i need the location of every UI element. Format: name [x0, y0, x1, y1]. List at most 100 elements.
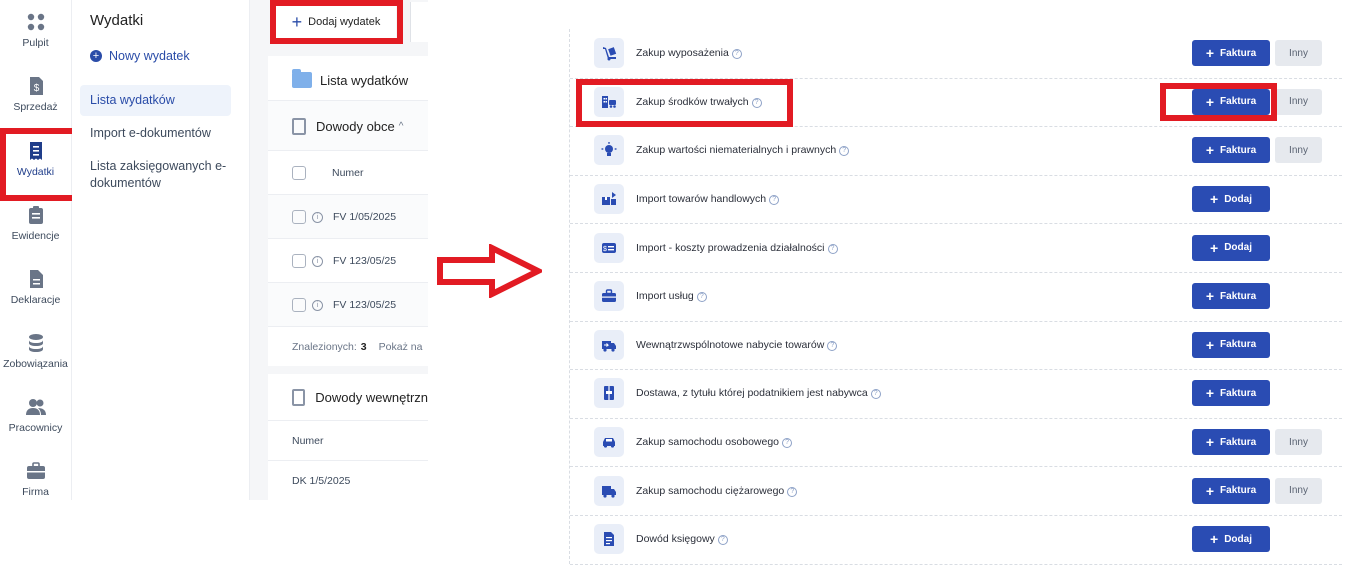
help-icon[interactable]: ? [827, 243, 838, 254]
document-lines-icon [594, 524, 624, 555]
right-arrow-icon [437, 244, 542, 298]
highlight-box-fixed-assets [576, 79, 793, 127]
invoice-dollar-icon: $ [26, 76, 46, 96]
table-header: Numer [268, 150, 428, 195]
help-icon[interactable]: ? [769, 195, 780, 206]
expense-type-label: Dowód księgowy? [636, 533, 728, 546]
other-button[interactable]: Inny [1275, 137, 1322, 164]
expense-type-text: Import towarów handlowych [636, 193, 767, 206]
plus-icon: + [1205, 336, 1215, 353]
help-icon[interactable]: ? [787, 486, 798, 497]
help-icon[interactable]: ? [827, 340, 838, 351]
found-label: Znalezionych: [292, 341, 357, 353]
plus-icon: + [1210, 531, 1219, 548]
table-row[interactable]: i FV 1/05/2025 [268, 194, 428, 239]
add-button[interactable]: + Dodaj [1192, 234, 1270, 261]
expense-type-row: Zakup wyposażenia? + Faktura Inny [570, 29, 1342, 79]
other-button[interactable]: Inny [1275, 429, 1322, 456]
plus-icon: + [1205, 288, 1215, 305]
column-header-number: Numer [332, 167, 364, 179]
row-number: FV 1/05/2025 [333, 211, 397, 223]
help-icon[interactable]: ? [839, 146, 850, 157]
info-icon[interactable]: i [312, 299, 323, 311]
dolly-icon [594, 38, 624, 69]
toolbar-tab[interactable] [410, 2, 429, 42]
row-checkbox[interactable] [292, 210, 306, 224]
highlight-box-wydatki [0, 128, 79, 201]
expense-type-label: Import usług? [636, 290, 707, 303]
nav-rail: Pulpit $ Sprzedaż Wydatki Ewidencje Dekl… [0, 0, 72, 500]
nav-label: Deklaracje [10, 294, 61, 306]
invoice-button[interactable]: + Faktura [1192, 331, 1270, 358]
help-icon[interactable]: ? [731, 49, 742, 60]
new-expense-link[interactable]: + Nowy wydatek [90, 49, 190, 63]
button-label: Faktura [1220, 144, 1257, 156]
table-row[interactable]: i FV 123/05/25 [268, 238, 428, 283]
nav-item-pracownicy[interactable]: Pracownicy [0, 397, 71, 434]
boxes-import-icon [594, 184, 624, 215]
expense-type-row: Zakup samochodu osobowego? + Faktura Inny [570, 418, 1342, 468]
coins-icon [26, 333, 46, 353]
add-button[interactable]: + Dodaj [1192, 526, 1270, 553]
button-label: Faktura [1220, 387, 1257, 399]
invoice-button[interactable]: + Faktura [1192, 137, 1270, 164]
submenu-title: Wydatki [90, 12, 144, 29]
select-all-checkbox[interactable] [292, 166, 306, 180]
invoice-button[interactable]: + Faktura [1192, 283, 1270, 310]
row-number: DK 1/5/2025 [292, 475, 351, 487]
expense-type-row: Zakup samochodu ciężarowego? + Faktura Inny [570, 466, 1342, 516]
row-checkbox[interactable] [292, 298, 306, 312]
nav-item-zobowiazania[interactable]: Zobowiązania [0, 333, 71, 370]
chevron-up-icon: ^ [398, 120, 404, 132]
submenu-item-lista-wydatkow[interactable]: Lista wydatków [80, 85, 231, 116]
nav-item-firma[interactable]: Firma [0, 461, 71, 498]
help-icon[interactable]: ? [717, 535, 728, 546]
plus-icon: + [1210, 191, 1219, 208]
submenu-item-zaksiegowane[interactable]: Lista zaksięgowanych e-dokumentów [90, 158, 230, 192]
help-icon[interactable]: ? [696, 292, 707, 303]
highlight-box-add-expense [270, 0, 403, 44]
page-size-label[interactable]: Pokaż na [379, 341, 423, 353]
info-icon[interactable]: i [312, 255, 323, 267]
nav-label: Zobowiązania [3, 358, 68, 370]
nav-label: Pulpit [22, 37, 49, 49]
other-button[interactable]: Inny [1275, 477, 1322, 504]
table-row[interactable]: DK 1/5/2025 [268, 460, 428, 501]
help-icon[interactable]: ? [870, 389, 881, 400]
invoice-button[interactable]: + Faktura [1192, 380, 1270, 407]
briefcase-icon [26, 461, 46, 481]
car-icon [594, 427, 624, 458]
nav-item-ewidencje[interactable]: Ewidencje [0, 205, 71, 242]
button-label: Faktura [1220, 339, 1257, 351]
plus-circle-icon: + [90, 50, 102, 62]
section-header-external[interactable]: Dowody obce ^ [268, 100, 428, 151]
help-icon[interactable]: ? [782, 438, 793, 449]
info-icon[interactable]: i [312, 211, 323, 223]
section-title: Dowody wewnętrzn [315, 389, 428, 405]
nav-item-sprzedaz[interactable]: $ Sprzedaż [0, 76, 71, 113]
other-button[interactable]: Inny [1275, 40, 1322, 67]
button-label: Dodaj [1224, 242, 1252, 254]
row-checkbox[interactable] [292, 254, 306, 268]
other-button[interactable]: Inny [1275, 88, 1322, 115]
section-header-internal[interactable]: Dowody wewnętrzn [268, 374, 428, 420]
submenu-item-import[interactable]: Import e-dokumentów [90, 125, 211, 142]
package-icon [594, 378, 624, 409]
add-button[interactable]: + Dodaj [1192, 186, 1270, 213]
nav-item-deklaracje[interactable]: Deklaracje [0, 269, 71, 306]
invoice-button[interactable]: + Faktura [1192, 477, 1270, 504]
expense-type-label: Zakup wartości niematerialnych i prawnyc… [636, 144, 850, 157]
nav-label: Pracownicy [8, 422, 63, 434]
dashboard-icon [26, 12, 46, 32]
table-row[interactable]: i FV 123/05/25 [268, 282, 428, 327]
nav-item-pulpit[interactable]: Pulpit [0, 12, 71, 49]
expense-type-row: Dowód księgowy? + Dodaj [570, 515, 1342, 565]
list-header: Lista wydatków [292, 69, 408, 88]
invoice-button[interactable]: + Faktura [1192, 40, 1270, 67]
submenu-panel: Wydatki + Nowy wydatek Lista wydatków Im… [72, 0, 250, 500]
expense-type-text: Zakup wyposażenia [636, 47, 729, 60]
truck-arrow-icon [594, 329, 624, 360]
money-list-icon: $ [594, 232, 624, 263]
invoice-button[interactable]: + Faktura [1192, 429, 1270, 456]
plus-icon: + [1205, 385, 1215, 402]
